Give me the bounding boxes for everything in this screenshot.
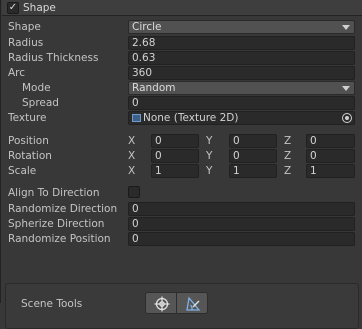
shape-enabled-checkbox[interactable]: ✓ — [7, 1, 19, 14]
randomize-direction-row: Randomize Direction 0 — [1, 202, 362, 217]
texture-row: Texture None (Texture 2D) — [1, 111, 362, 126]
axis-x-label: X — [128, 135, 136, 147]
shape-module-header[interactable]: ✓ Shape — [2, 0, 362, 16]
radius-row: Radius 2.68 — [1, 36, 362, 51]
shape-edit-icon — [186, 296, 201, 311]
module-title: Shape — [23, 1, 56, 14]
scale-row: Scale X 1 Y 1 Z 1 — [1, 164, 362, 179]
spherize-direction-row: Spherize Direction 0 — [1, 217, 362, 232]
radius-thickness-field[interactable]: 0.63 — [128, 51, 355, 65]
align-to-direction-row: Align To Direction — [1, 186, 362, 201]
arc-row: Arc 360 — [1, 66, 362, 81]
axis-z-label: Z — [284, 135, 292, 147]
arc-label: Arc — [8, 67, 26, 79]
object-picker-icon[interactable] — [342, 113, 352, 123]
mode-value: Random — [132, 82, 176, 94]
axis-x-label: X — [128, 165, 136, 177]
shape-module-panel: ✓ Shape Shape Circle Radius 2.68 Radius … — [0, 0, 362, 329]
axis-y-label: Y — [206, 165, 213, 177]
randomize-direction-label: Randomize Direction — [8, 203, 118, 215]
radius-field[interactable]: 2.68 — [128, 36, 355, 50]
radius-thickness-label: Radius Thickness — [8, 52, 99, 64]
axis-y-label: Y — [206, 150, 213, 162]
axis-z-label: Z — [284, 150, 292, 162]
scale-x-field[interactable]: 1 — [151, 164, 199, 178]
rotation-y-field[interactable]: 0 — [229, 149, 277, 163]
randomize-position-label: Randomize Position — [8, 233, 111, 245]
scale-label: Scale — [8, 165, 37, 177]
mode-dropdown[interactable]: Random — [128, 81, 355, 95]
rotation-label: Rotation — [8, 150, 52, 162]
arc-field[interactable]: 360 — [128, 66, 355, 80]
position-row: Position X 0 Y 0 Z 0 — [1, 134, 362, 149]
axis-x-label: X — [128, 150, 136, 162]
check-icon: ✓ — [8, 1, 18, 13]
position-label: Position — [8, 135, 49, 147]
chevron-down-icon — [342, 25, 350, 30]
spread-label: Spread — [22, 97, 59, 109]
shape-value: Circle — [132, 21, 162, 33]
spherize-direction-field[interactable]: 0 — [128, 217, 355, 231]
align-to-direction-checkbox[interactable] — [128, 186, 140, 198]
position-z-field[interactable]: 0 — [306, 134, 355, 148]
texture-icon — [132, 114, 141, 122]
mode-label: Mode — [22, 82, 51, 94]
spread-field[interactable]: 0 — [128, 96, 355, 110]
scene-tools-label: Scene Tools — [21, 298, 83, 310]
scene-tool-transform-button[interactable] — [145, 292, 177, 314]
spherize-direction-label: Spherize Direction — [8, 218, 105, 230]
shape-row: Shape Circle — [1, 20, 362, 35]
transform-gizmo-icon — [154, 296, 170, 312]
align-to-direction-label: Align To Direction — [8, 187, 100, 199]
scene-tool-edit-shape-button[interactable] — [176, 292, 208, 314]
radius-label: Radius — [8, 37, 44, 49]
rotation-z-field[interactable]: 0 — [306, 149, 355, 163]
randomize-position-field[interactable]: 0 — [128, 232, 355, 246]
axis-y-label: Y — [206, 135, 213, 147]
position-x-field[interactable]: 0 — [151, 134, 199, 148]
rotation-x-field[interactable]: 0 — [151, 149, 199, 163]
texture-object-field[interactable]: None (Texture 2D) — [128, 111, 355, 125]
scale-y-field[interactable]: 1 — [229, 164, 277, 178]
axis-z-label: Z — [284, 165, 292, 177]
texture-label: Texture — [8, 112, 47, 124]
randomize-position-row: Randomize Position 0 — [1, 232, 362, 247]
mode-row: Mode Random — [1, 81, 362, 96]
shape-dropdown[interactable]: Circle — [128, 20, 355, 34]
randomize-direction-field[interactable]: 0 — [128, 202, 355, 216]
position-y-field[interactable]: 0 — [229, 134, 277, 148]
shape-label: Shape — [8, 21, 41, 33]
rotation-row: Rotation X 0 Y 0 Z 0 — [1, 149, 362, 164]
chevron-down-icon — [342, 86, 350, 91]
radius-thickness-row: Radius Thickness 0.63 — [1, 51, 362, 66]
scale-z-field[interactable]: 1 — [306, 164, 355, 178]
texture-value: None (Texture 2D) — [143, 112, 239, 124]
spread-row: Spread 0 — [1, 96, 362, 111]
